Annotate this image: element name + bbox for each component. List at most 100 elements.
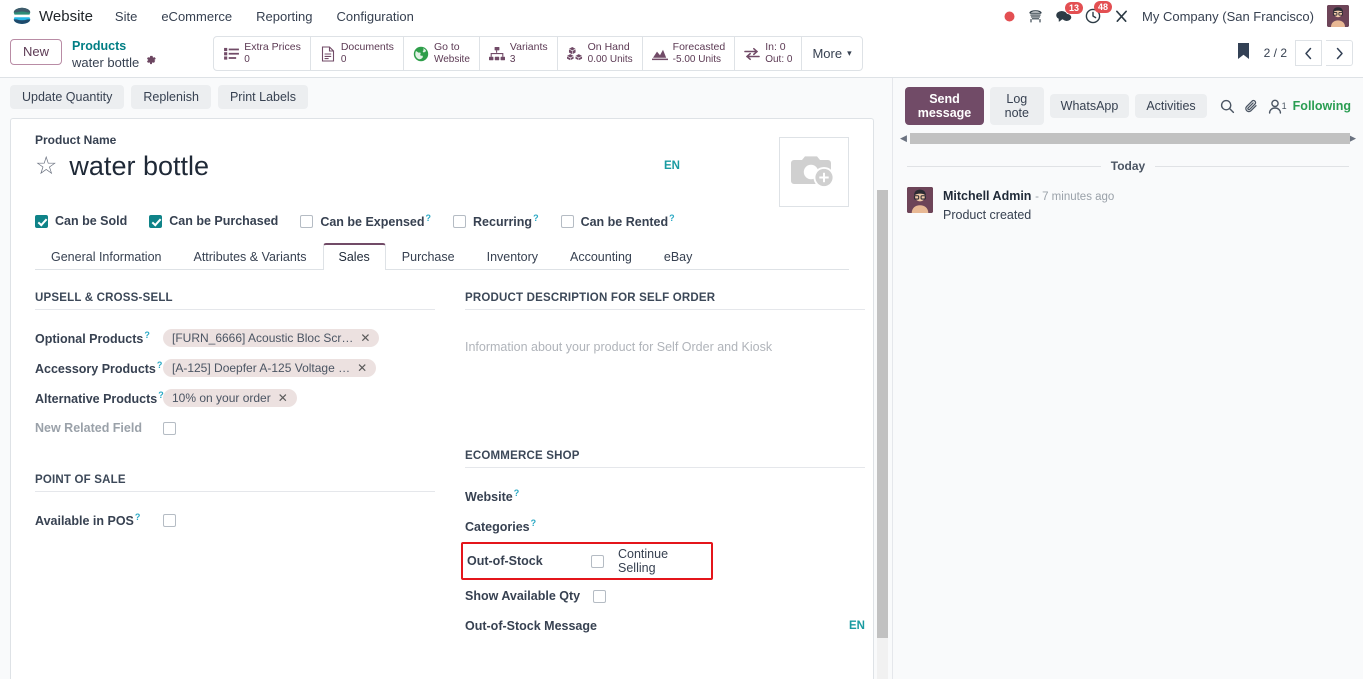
menu-item-ecommerce[interactable]: eCommerce xyxy=(149,4,244,29)
sales-right-column: Product Description for Self Order Infor… xyxy=(461,292,865,642)
search-icon[interactable] xyxy=(1220,99,1235,114)
log-note-button[interactable]: Log note xyxy=(989,87,1044,125)
debug-tools-icon[interactable] xyxy=(1114,9,1129,24)
flag-can-be-rented[interactable]: Can be Rented? xyxy=(560,213,675,230)
help-icon[interactable]: ? xyxy=(426,213,432,223)
new-button[interactable]: New xyxy=(10,39,63,65)
pager-counter[interactable]: 2 / 2 xyxy=(1260,46,1291,60)
product-name-value[interactable]: water bottle xyxy=(69,149,209,183)
field-value xyxy=(593,589,865,603)
field-value[interactable]: 10% on your order ✕ xyxy=(163,389,435,408)
available-in-pos-checkbox[interactable] xyxy=(163,513,176,527)
avatar[interactable] xyxy=(1327,5,1349,27)
following-status[interactable]: Following xyxy=(1293,99,1353,113)
stat-button-forecasted[interactable]: Forecasted -5.00 Units xyxy=(643,37,736,70)
stat-button-extra-prices[interactable]: Extra Prices 0 xyxy=(214,37,311,70)
recording-dot-icon[interactable] xyxy=(1004,11,1015,22)
stat-button-documents[interactable]: Documents 0 xyxy=(311,37,404,70)
tag-alternative-product[interactable]: 10% on your order ✕ xyxy=(163,389,297,408)
scrollbar-thumb[interactable] xyxy=(909,133,1350,144)
help-icon[interactable]: ? xyxy=(514,488,520,498)
paperclip-icon[interactable] xyxy=(1244,99,1259,114)
activities-button[interactable]: Activities xyxy=(1135,94,1207,118)
tag-accessory-product[interactable]: [A-125] Doepfer A-125 Voltage … ✕ xyxy=(163,359,377,378)
chatter-messages: Today Mitchell Admin - 7 minutes ago Pro… xyxy=(893,145,1363,679)
tab-ebay[interactable]: eBay xyxy=(648,243,709,270)
pager-next-button[interactable] xyxy=(1326,40,1353,66)
stat-button-on-hand[interactable]: On Hand 0.00 Units xyxy=(558,37,643,70)
language-badge[interactable]: EN xyxy=(664,160,680,172)
star-icon[interactable]: ☆ xyxy=(35,153,57,179)
stat-button-variants[interactable]: Variants 3 xyxy=(480,37,558,70)
menu-item-configuration[interactable]: Configuration xyxy=(325,4,426,29)
stat-label: Go to xyxy=(433,41,460,53)
exchange-icon xyxy=(744,47,761,61)
tab-purchase[interactable]: Purchase xyxy=(386,243,471,270)
out-of-stock-message-language-badge[interactable]: EN xyxy=(849,620,865,632)
field-label: Optional Products? xyxy=(35,330,150,347)
tab-accounting[interactable]: Accounting xyxy=(554,243,648,270)
new-related-field-checkbox[interactable] xyxy=(163,421,176,435)
help-icon[interactable]: ? xyxy=(144,330,150,340)
phone-icon[interactable] xyxy=(1028,9,1043,24)
tab-attributes-variants[interactable]: Attributes & Variants xyxy=(177,243,322,270)
field-value[interactable]: [FURN_6666] Acoustic Bloc Scr… ✕ xyxy=(163,329,435,348)
chatter-horizontal-scrollbar[interactable]: ◀ ▶ xyxy=(893,132,1363,145)
close-icon[interactable]: ✕ xyxy=(278,391,288,405)
flag-can-be-purchased[interactable]: Can be Purchased xyxy=(149,214,278,228)
stat-value: 0 xyxy=(244,53,250,65)
gear-icon[interactable] xyxy=(145,54,157,70)
scrollbar-thumb[interactable] xyxy=(877,190,888,638)
can-be-rented-checkbox[interactable] xyxy=(560,214,574,228)
close-icon[interactable]: ✕ xyxy=(360,331,370,345)
send-message-button[interactable]: Send message xyxy=(905,87,984,125)
flag-can-be-expensed[interactable]: Can be Expensed? xyxy=(300,213,431,229)
tab-inventory[interactable]: Inventory xyxy=(471,243,554,270)
form-vertical-scrollbar[interactable] xyxy=(877,190,888,679)
help-icon[interactable]: ? xyxy=(135,512,141,522)
replenish-button[interactable]: Replenish xyxy=(131,85,211,109)
messages-icon[interactable]: 13 xyxy=(1056,1,1084,24)
tab-sales[interactable]: Sales xyxy=(322,243,386,271)
can-be-purchased-checkbox[interactable] xyxy=(149,214,163,228)
stat-button-more[interactable]: More ▾ xyxy=(802,37,861,70)
flag-label: Can be Rented? xyxy=(580,213,675,230)
stat-button-in-out[interactable]: In: 0 Out: 0 xyxy=(735,37,803,70)
print-labels-button[interactable]: Print Labels xyxy=(217,85,308,109)
product-image-upload[interactable] xyxy=(779,137,849,207)
bookmark-icon[interactable] xyxy=(1231,41,1256,65)
close-icon[interactable]: ✕ xyxy=(357,361,367,375)
flag-can-be-sold[interactable]: Can be Sold xyxy=(35,214,127,228)
show-available-qty-checkbox[interactable] xyxy=(593,589,606,603)
stat-button-go-to-website[interactable]: Go to Website xyxy=(404,37,480,70)
scroll-left-icon[interactable]: ◀ xyxy=(897,133,910,144)
whatsapp-button[interactable]: WhatsApp xyxy=(1049,94,1130,118)
message-timestamp: - 7 minutes ago xyxy=(1035,191,1115,203)
help-icon[interactable]: ? xyxy=(531,518,537,528)
flag-recurring[interactable]: Recurring? xyxy=(453,213,539,229)
followers-icon[interactable]: 1 xyxy=(1268,99,1287,114)
can-be-sold-checkbox[interactable] xyxy=(35,214,48,228)
field-value[interactable]: [A-125] Doepfer A-125 Voltage … ✕ xyxy=(163,359,435,378)
pager-previous-button[interactable] xyxy=(1295,40,1322,66)
breadcrumb-products[interactable]: Products xyxy=(72,39,157,54)
self-order-description-input[interactable]: Information about your product for Self … xyxy=(465,324,865,354)
menu-item-site[interactable]: Site xyxy=(103,4,149,29)
message-author[interactable]: Mitchell Admin xyxy=(943,189,1031,203)
field-label: Out-of-Stock Message xyxy=(465,619,597,634)
help-icon[interactable]: ? xyxy=(669,213,675,223)
help-icon[interactable]: ? xyxy=(157,360,163,370)
avatar[interactable] xyxy=(907,187,933,213)
menu-item-reporting[interactable]: Reporting xyxy=(244,4,324,29)
update-quantity-button[interactable]: Update Quantity xyxy=(10,85,125,109)
recurring-checkbox[interactable] xyxy=(453,214,467,228)
activities-clock-icon[interactable]: 48 xyxy=(1085,1,1113,24)
help-icon[interactable]: ? xyxy=(533,213,539,223)
brand[interactable]: Website xyxy=(8,6,103,26)
company-switcher[interactable]: My Company (San Francisco) xyxy=(1142,9,1314,24)
tab-general-information[interactable]: General Information xyxy=(35,243,177,270)
tag-optional-product[interactable]: [FURN_6666] Acoustic Bloc Scr… ✕ xyxy=(163,329,380,348)
continue-selling-checkbox[interactable] xyxy=(591,554,604,568)
scrollbar-track[interactable] xyxy=(909,133,1350,144)
can-be-expensed-checkbox[interactable] xyxy=(300,214,314,228)
